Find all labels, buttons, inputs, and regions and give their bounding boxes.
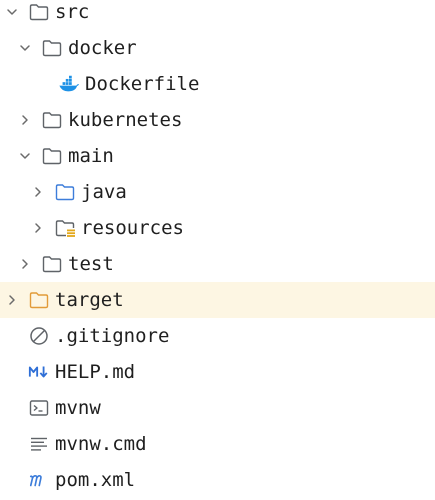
tree-item-pom-xml[interactable]: pom.xml: [0, 462, 435, 498]
tree-item-java[interactable]: java: [0, 174, 435, 210]
tree-item-label: test: [68, 253, 114, 275]
tree-item-src[interactable]: src: [0, 0, 435, 30]
excluded-folder-icon: [28, 289, 50, 311]
tree-item-mvnw[interactable]: mvnw: [0, 390, 435, 426]
tree-item-label: mvnw: [55, 397, 101, 419]
tree-item-mvnw-cmd[interactable]: mvnw.cmd: [0, 426, 435, 462]
tree-item-kubernetes[interactable]: kubernetes: [0, 102, 435, 138]
text-file-icon: [28, 433, 50, 455]
folder-icon: [41, 109, 63, 131]
chevron-right-icon[interactable]: [32, 174, 44, 210]
chevron-right-icon[interactable]: [32, 210, 44, 246]
folder-icon: [28, 1, 50, 23]
tree-item-label: docker: [68, 37, 137, 59]
tree-item-label: HELP.md: [55, 361, 136, 383]
tree-item-label: main: [68, 145, 114, 167]
docker-icon: [58, 73, 80, 95]
tree-item-label: .gitignore: [55, 325, 170, 347]
tree-item-target[interactable]: target: [0, 282, 435, 318]
tree-item-label: src: [55, 1, 90, 23]
tree-item-label: Dockerfile: [85, 73, 200, 95]
source-folder-icon: [54, 181, 76, 203]
tree-item-label: target: [55, 289, 124, 311]
chevron-down-icon[interactable]: [19, 30, 31, 66]
markdown-icon: [28, 361, 50, 383]
chevron-right-icon[interactable]: [19, 246, 31, 282]
tree-item-label: mvnw.cmd: [55, 433, 147, 455]
tree-item-gitignore[interactable]: .gitignore: [0, 318, 435, 354]
tree-item-label: pom.xml: [55, 469, 136, 491]
tree-item-resources[interactable]: resources: [0, 210, 435, 246]
maven-icon: [28, 469, 50, 491]
chevron-right-icon[interactable]: [19, 102, 31, 138]
folder-icon: [41, 37, 63, 59]
tree-item-help-md[interactable]: HELP.md: [0, 354, 435, 390]
ignore-file-icon: [28, 325, 50, 347]
terminal-icon: [28, 397, 50, 419]
folder-icon: [41, 253, 63, 275]
tree-item-label: resources: [81, 217, 184, 239]
tree-item-label: kubernetes: [68, 109, 183, 131]
folder-icon: [41, 145, 63, 167]
chevron-right-icon[interactable]: [6, 282, 18, 318]
chevron-down-icon[interactable]: [6, 0, 18, 30]
tree-item-dockerfile[interactable]: Dockerfile: [0, 66, 435, 102]
resources-folder-icon: [54, 217, 76, 239]
tree-item-main[interactable]: main: [0, 138, 435, 174]
tree-item-test[interactable]: test: [0, 246, 435, 282]
tree-item-docker[interactable]: docker: [0, 30, 435, 66]
chevron-down-icon[interactable]: [19, 138, 31, 174]
tree-item-label: java: [81, 181, 127, 203]
project-tree: src docker Dockerfile kubernetes main ja…: [0, 0, 435, 500]
